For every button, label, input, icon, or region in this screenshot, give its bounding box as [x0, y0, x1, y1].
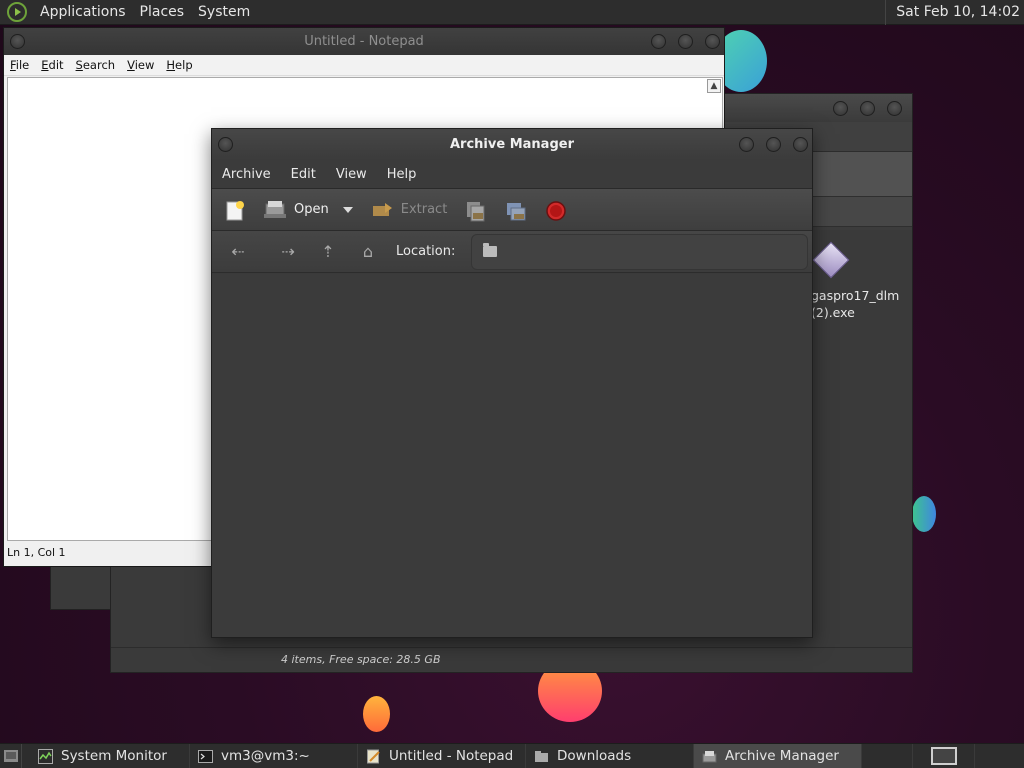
- file-item[interactable]: gaspro17_dlm (2).exe: [811, 241, 911, 321]
- open-archive-icon[interactable]: [264, 200, 286, 220]
- top-panel: Applications Places System Sat Feb 10, 1…: [0, 0, 1024, 25]
- close-button[interactable]: [793, 137, 808, 152]
- clock[interactable]: Sat Feb 10, 14:02: [885, 0, 1024, 25]
- notepad-title: Untitled - Notepad: [304, 34, 424, 49]
- open-button[interactable]: Open: [294, 202, 329, 217]
- new-archive-icon[interactable]: [224, 200, 246, 220]
- executable-file-icon: [812, 241, 850, 279]
- task-notepad[interactable]: Untitled - Notepad: [358, 743, 526, 768]
- task-archive-manager[interactable]: Archive Manager: [694, 743, 862, 768]
- extract-icon: [371, 200, 393, 220]
- minimize-button[interactable]: [833, 100, 848, 116]
- menu-help[interactable]: Help: [377, 167, 427, 182]
- scroll-up-icon[interactable]: ▲: [707, 79, 721, 93]
- archive-manager-menubar: Archive Edit View Help: [212, 160, 812, 188]
- archive-manager-locationbar: ⇠ ⇢ ⇡ ⌂ Location:: [212, 231, 812, 273]
- task-system-monitor[interactable]: System Monitor: [22, 743, 190, 768]
- notepad-menubar: File Edit Search View Help: [4, 55, 724, 76]
- workspace-1[interactable]: [931, 747, 957, 765]
- menu-view[interactable]: View: [326, 167, 377, 182]
- maximize-button[interactable]: [766, 137, 781, 152]
- notepad-menu-search[interactable]: Search: [70, 58, 122, 72]
- maximize-button[interactable]: [860, 100, 875, 116]
- system-menu[interactable]: System: [191, 4, 257, 20]
- places-menu[interactable]: Places: [133, 4, 192, 20]
- minimize-button[interactable]: [739, 137, 754, 152]
- notepad-titlebar[interactable]: Untitled - Notepad: [4, 28, 724, 55]
- desktop-decoration-small-orange: [363, 696, 390, 732]
- location-field[interactable]: [471, 233, 809, 270]
- downloads-status-text: 4 items, Free space: 28.5 GB: [281, 653, 441, 666]
- notepad-menu-view[interactable]: View: [121, 58, 160, 72]
- back-icon: ⇠: [231, 241, 245, 261]
- archive-manager-titlebar[interactable]: Archive Manager: [212, 129, 812, 160]
- notepad-status: Ln 1, Col 1: [7, 546, 66, 559]
- stop-icon: [545, 200, 567, 221]
- show-desktop-icon[interactable]: [0, 743, 22, 768]
- up-icon: ⇡: [321, 241, 335, 261]
- archive-manager-icon: [702, 750, 717, 762]
- desktop-decoration-blue: [912, 496, 936, 532]
- task-downloads[interactable]: Downloads: [526, 743, 694, 768]
- terminal-icon: [198, 749, 213, 763]
- notepad-menu-file[interactable]: File: [4, 58, 35, 72]
- notepad-icon: [367, 749, 380, 763]
- close-button[interactable]: [887, 100, 902, 116]
- extract-button: Extract: [400, 202, 448, 217]
- folder-icon: [483, 243, 498, 257]
- notepad-menu-edit[interactable]: Edit: [35, 58, 69, 72]
- notepad-menu-help[interactable]: Help: [160, 58, 198, 72]
- distro-logo-icon[interactable]: [7, 2, 27, 22]
- file-label: gaspro17_dlm (2).exe: [811, 288, 900, 320]
- archive-contents-area[interactable]: [212, 274, 812, 637]
- location-label: Location:: [396, 244, 456, 259]
- home-icon: ⌂: [362, 241, 374, 261]
- archive-manager-toolbar: Open Extract: [212, 188, 812, 231]
- window-menu-button[interactable]: [218, 137, 233, 152]
- archive-manager-title: Archive Manager: [450, 137, 574, 152]
- add-folder-icon: [505, 200, 527, 220]
- applications-menu[interactable]: Applications: [33, 4, 133, 20]
- downloads-statusbar: 4 items, Free space: 28.5 GB: [111, 647, 912, 672]
- folder-icon: [535, 750, 548, 762]
- task-terminal[interactable]: vm3@vm3:~: [190, 743, 358, 768]
- bottom-panel: System Monitor vm3@vm3:~ Untitled - Note…: [0, 743, 1024, 768]
- workspace-switcher[interactable]: [912, 743, 974, 768]
- open-dropdown-chevron-icon[interactable]: [342, 206, 353, 213]
- forward-icon: ⇢: [281, 241, 295, 261]
- archive-manager-window: Archive Manager Archive Edit View Help O…: [211, 128, 813, 638]
- menu-edit[interactable]: Edit: [281, 167, 326, 182]
- menu-archive[interactable]: Archive: [212, 167, 281, 182]
- workspace-2[interactable]: [974, 743, 1024, 768]
- add-files-icon: [465, 200, 487, 221]
- system-monitor-icon: [38, 748, 53, 764]
